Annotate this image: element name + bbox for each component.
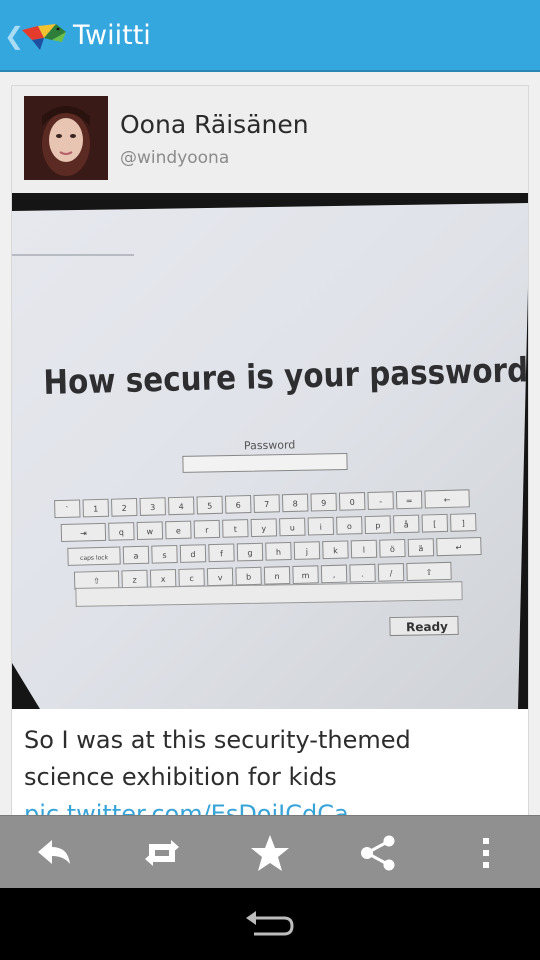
photo-keyboard-key-label: - xyxy=(379,497,382,506)
photo-keyboard-key-label: ⇧ xyxy=(93,577,100,586)
photo-keyboard-key-label: b xyxy=(246,573,251,582)
retweet-button[interactable] xyxy=(108,816,216,889)
photo-keyboard-key-label: e xyxy=(176,526,181,535)
retweet-icon xyxy=(145,839,179,866)
photo-keyboard-key-label: 5 xyxy=(207,502,212,511)
photo-keyboard-key-label: z xyxy=(132,576,136,585)
author-handle[interactable]: @windyoona xyxy=(120,148,229,168)
share-button[interactable] xyxy=(324,816,432,889)
photo-keyboard-key-label: y xyxy=(261,524,266,533)
photo-keyboard-key-label: 1 xyxy=(93,505,98,514)
photo-keyboard-key-label: , xyxy=(333,570,336,579)
photo-keyboard-key-label: o xyxy=(347,522,352,531)
tweet-card: Oona Räisänen @windyoona How secure is y… xyxy=(11,85,529,825)
overflow-menu-icon xyxy=(483,837,489,868)
photo-keyboard-key-label: ⇥ xyxy=(80,529,87,538)
photo-keyboard-key-label: [ xyxy=(433,520,436,529)
photo-keyboard-key-label: l xyxy=(363,546,365,555)
photo-keyboard-key-label: k xyxy=(333,546,338,555)
system-nav-bar xyxy=(0,888,540,960)
tweet-header[interactable]: Oona Räisänen @windyoona xyxy=(12,86,528,194)
photo-ready-label: Ready xyxy=(406,620,448,635)
star-icon xyxy=(251,834,289,871)
photo-keyboard-key-label: ⇧ xyxy=(426,568,433,577)
avatar[interactable] xyxy=(24,96,108,180)
share-icon xyxy=(361,835,395,870)
back-arrow-icon[interactable] xyxy=(240,904,300,944)
photo-keyboard-key-label: m xyxy=(302,571,310,580)
hummingbird-logo-icon[interactable] xyxy=(18,18,68,54)
photo-keyboard-key-label: s xyxy=(162,551,166,560)
photo-keyboard-key-label: q xyxy=(119,528,124,537)
action-bar: ❮ Twiitti xyxy=(0,0,540,72)
photo-keyboard-key-label: a xyxy=(133,551,138,560)
photo-keyboard-key-label: ö xyxy=(390,545,395,554)
photo-keyboard-key-label: ` xyxy=(65,504,69,514)
photo-keyboard-key-label: ä xyxy=(418,544,423,553)
tweet-body: So I was at this security-themed science… xyxy=(24,726,411,791)
photo-keyboard-key-label: x xyxy=(161,575,166,584)
photo-keyboard-key-label: 9 xyxy=(321,499,326,508)
reply-icon xyxy=(38,839,70,864)
reply-button[interactable] xyxy=(0,816,108,889)
photo-keyboard-key-label: å xyxy=(404,519,409,529)
photo-keyboard-key-label: 2 xyxy=(122,504,127,513)
photo-keyboard-key-label: ← xyxy=(444,495,451,504)
photo-keyboard-key-label: c xyxy=(189,574,194,583)
author-name[interactable]: Oona Räisänen xyxy=(120,110,309,139)
photo-keyboard-key-label: p xyxy=(375,521,380,530)
favorite-button[interactable] xyxy=(216,816,324,889)
photo-keyboard-key-label: d xyxy=(190,550,195,559)
photo-keyboard-key-label: 8 xyxy=(293,499,298,508)
tweet-text: So I was at this security-themed science… xyxy=(24,722,504,825)
overflow-menu-button[interactable] xyxy=(432,816,540,889)
photo-keyboard-key-label: g xyxy=(247,549,252,558)
photo-keyboard-key-label: v xyxy=(218,573,223,582)
photo-keyboard-key-label: 0 xyxy=(350,498,355,507)
photo-keyboard-key-label: 7 xyxy=(264,500,269,509)
photo-keyboard-key-label: 4 xyxy=(179,502,184,511)
tweet-action-toolbar xyxy=(0,815,540,888)
photo-password-label: Password xyxy=(244,438,296,452)
photo-keyboard-key-label: ] xyxy=(462,519,465,528)
photo-keyboard-key-label: = xyxy=(406,496,413,505)
photo-keyboard-key-label: 3 xyxy=(150,503,155,512)
tweet-photo[interactable]: How secure is your password? Password ` 1… xyxy=(12,193,528,709)
photo-keyboard-key-label: t xyxy=(234,525,237,534)
photo-keyboard-key-label: j xyxy=(305,547,308,556)
photo-keyboard-key-label: caps lock xyxy=(80,554,109,562)
photo-keyboard-key-label: u xyxy=(290,523,295,532)
photo-keyboard-key-label: w xyxy=(147,527,154,536)
photo-keyboard-key-label: i xyxy=(320,523,322,532)
photo-keyboard-key-label: h xyxy=(276,548,281,557)
photo-keyboard-key-label: f xyxy=(220,549,223,558)
photo-keyboard-key-label: n xyxy=(274,572,279,581)
photo-keyboard-key-label: . xyxy=(361,570,364,579)
photo-keyboard-key-label: ↵ xyxy=(455,543,462,552)
app-title[interactable]: Twiitti xyxy=(73,19,151,53)
photo-keyboard-key-label: 6 xyxy=(236,501,241,510)
